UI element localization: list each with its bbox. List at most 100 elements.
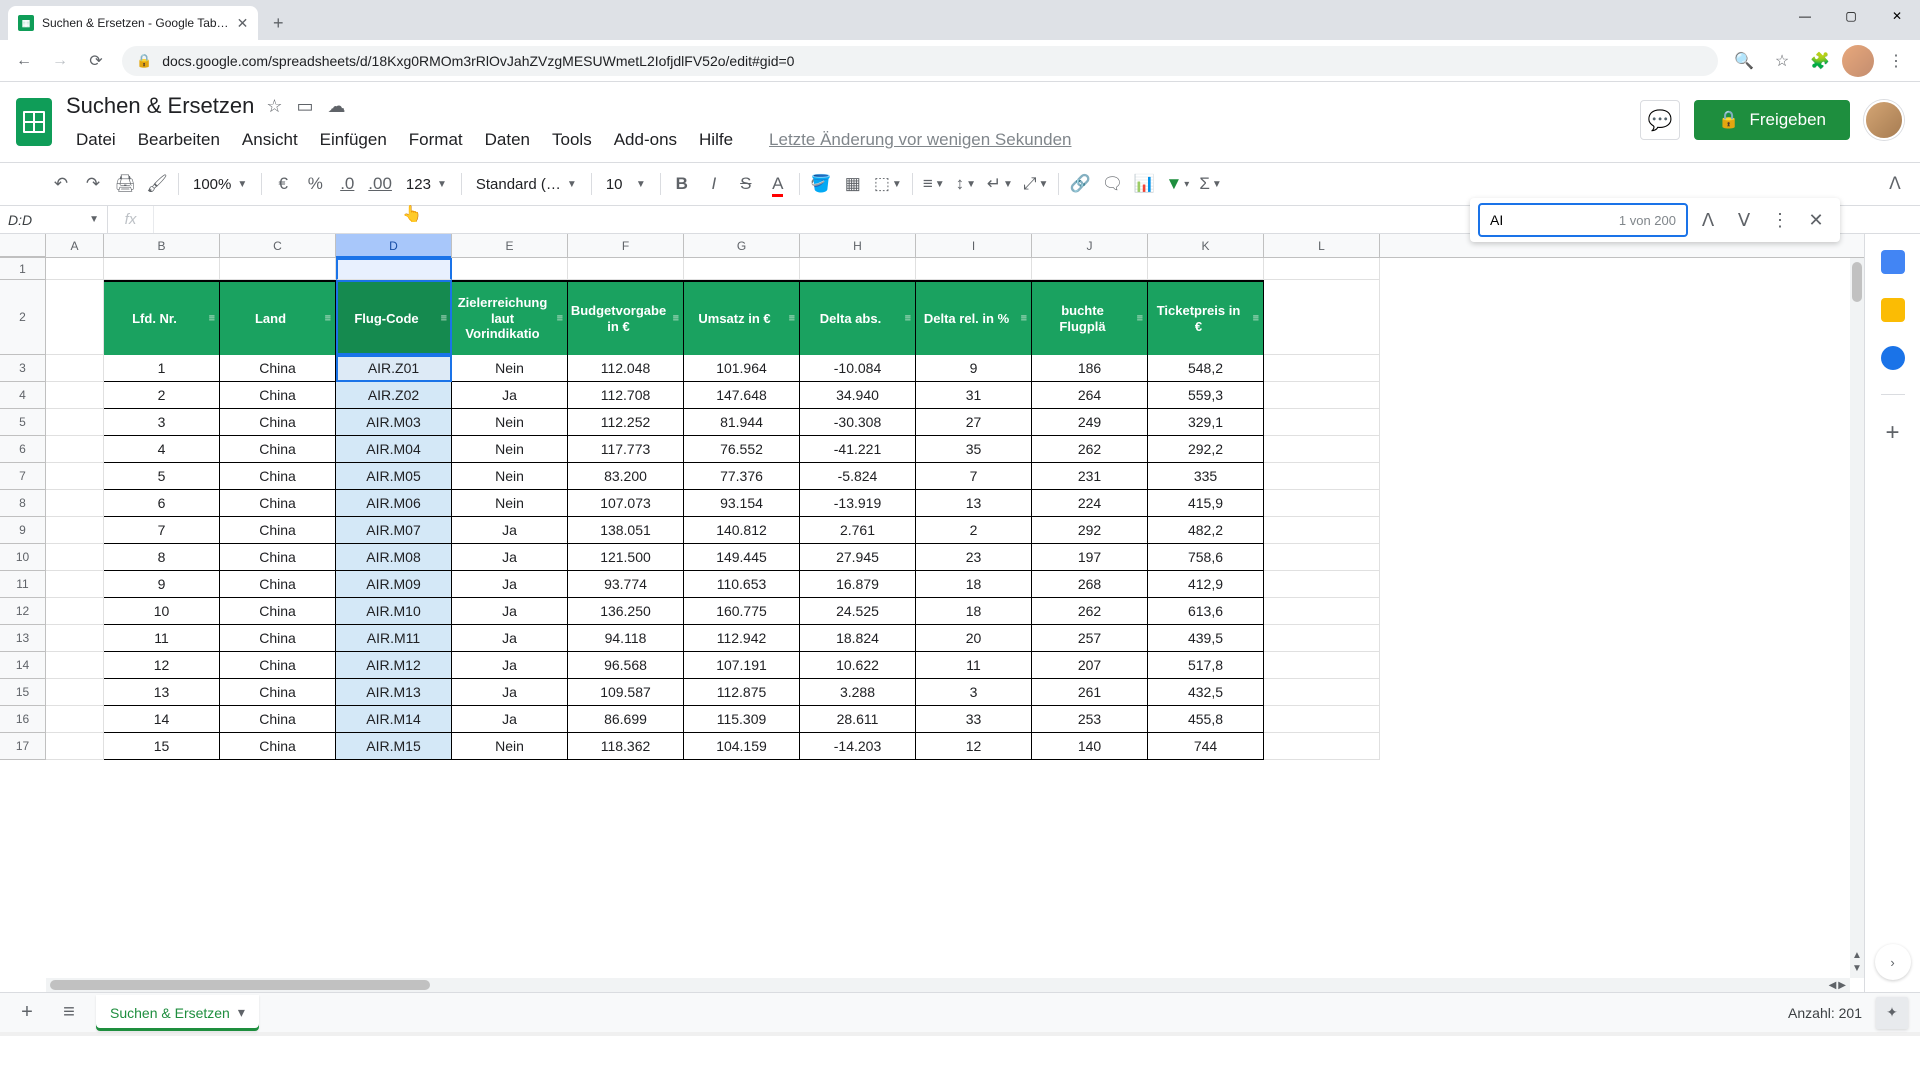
header-cell[interactable]: Umsatz in €≡ — [684, 280, 800, 355]
row-header[interactable]: 4 — [0, 382, 46, 409]
header-cell[interactable]: Lfd. Nr.≡ — [104, 280, 220, 355]
row-header[interactable]: 14 — [0, 652, 46, 679]
data-cell[interactable]: 27.945 — [800, 544, 916, 571]
data-cell[interactable]: 559,3 — [1148, 382, 1264, 409]
data-cell[interactable]: 34.940 — [800, 382, 916, 409]
data-cell[interactable]: 758,6 — [1148, 544, 1264, 571]
horizontal-scrollbar[interactable]: ◀▶ — [46, 978, 1850, 992]
data-cell[interactable] — [46, 706, 104, 733]
data-cell[interactable]: AIR.M09 — [336, 571, 452, 598]
data-cell[interactable]: 24.525 — [800, 598, 916, 625]
data-cell[interactable]: Nein — [452, 409, 568, 436]
data-cell[interactable]: AIR.M11 — [336, 625, 452, 652]
data-cell[interactable]: 13 — [916, 490, 1032, 517]
data-cell[interactable]: AIR.Z02 — [336, 382, 452, 409]
data-cell[interactable]: China — [220, 409, 336, 436]
data-cell[interactable]: -13.919 — [800, 490, 916, 517]
data-cell[interactable] — [1264, 382, 1380, 409]
data-cell[interactable]: 9 — [104, 571, 220, 598]
data-cell[interactable]: China — [220, 571, 336, 598]
data-cell[interactable]: 186 — [1032, 355, 1148, 382]
filter-icon[interactable]: ≡ — [1253, 312, 1259, 325]
row-header[interactable]: 5 — [0, 409, 46, 436]
data-cell[interactable]: 7 — [916, 463, 1032, 490]
paint-format-button[interactable]: 🖌 — [142, 169, 172, 199]
data-cell[interactable] — [336, 258, 452, 280]
data-cell[interactable] — [1264, 598, 1380, 625]
explore-button[interactable]: ✦ — [1876, 997, 1908, 1029]
decrease-decimal-button[interactable]: .0 — [332, 169, 362, 199]
text-color-button[interactable]: A — [763, 169, 793, 199]
data-cell[interactable]: Nein — [452, 463, 568, 490]
data-cell[interactable]: 76.552 — [684, 436, 800, 463]
data-cell[interactable] — [46, 463, 104, 490]
col-header-I[interactable]: I — [916, 234, 1032, 257]
comment-button[interactable]: 🗨 — [1097, 169, 1127, 199]
header-cell[interactable]: Delta rel. in %≡ — [916, 280, 1032, 355]
data-cell[interactable]: Ja — [452, 571, 568, 598]
data-cell[interactable]: China — [220, 706, 336, 733]
data-cell[interactable]: 292 — [1032, 517, 1148, 544]
data-cell[interactable]: 7 — [104, 517, 220, 544]
menu-addons[interactable]: Add-ons — [604, 126, 687, 154]
data-cell[interactable] — [46, 679, 104, 706]
data-cell[interactable] — [46, 733, 104, 760]
data-cell[interactable] — [1264, 571, 1380, 598]
data-cell[interactable]: 112.252 — [568, 409, 684, 436]
data-cell[interactable]: Nein — [452, 355, 568, 382]
data-cell[interactable]: Ja — [452, 706, 568, 733]
data-cell[interactable]: 13 — [104, 679, 220, 706]
sheet-tab-menu-icon[interactable]: ▾ — [238, 1004, 245, 1021]
data-cell[interactable]: 12 — [916, 733, 1032, 760]
data-cell[interactable]: AIR.M14 — [336, 706, 452, 733]
data-cell[interactable]: Ja — [452, 652, 568, 679]
data-cell[interactable]: 138.051 — [568, 517, 684, 544]
close-tab-icon[interactable]: ✕ — [237, 15, 249, 32]
data-cell[interactable]: 197 — [1032, 544, 1148, 571]
data-cell[interactable] — [46, 625, 104, 652]
last-edit-text[interactable]: Letzte Änderung vor wenigen Sekunden — [759, 126, 1081, 154]
sheet-tab[interactable]: Suchen & Ersetzen ▾ — [96, 995, 259, 1031]
data-cell[interactable]: 18 — [916, 571, 1032, 598]
data-cell[interactable]: 112.708 — [568, 382, 684, 409]
maximize-button[interactable]: ▢ — [1828, 0, 1874, 32]
menu-ansicht[interactable]: Ansicht — [232, 126, 308, 154]
data-cell[interactable] — [1264, 706, 1380, 733]
data-cell[interactable]: China — [220, 544, 336, 571]
print-button[interactable]: 🖨 — [110, 169, 140, 199]
comments-button[interactable]: 💬 — [1640, 100, 1680, 140]
row-header[interactable]: 2 — [0, 280, 46, 355]
filter-icon[interactable]: ≡ — [557, 312, 563, 325]
data-cell[interactable] — [1264, 409, 1380, 436]
header-cell[interactable]: Flug-Code≡ — [336, 280, 452, 355]
sheets-logo-icon[interactable] — [12, 94, 56, 150]
data-cell[interactable]: 415,9 — [1148, 490, 1264, 517]
data-cell[interactable] — [1264, 544, 1380, 571]
data-cell[interactable] — [46, 517, 104, 544]
data-cell[interactable]: China — [220, 382, 336, 409]
data-cell[interactable]: 5 — [104, 463, 220, 490]
col-header-B[interactable]: B — [104, 234, 220, 257]
data-cell[interactable]: AIR.M03 — [336, 409, 452, 436]
data-cell[interactable] — [1264, 355, 1380, 382]
row-header[interactable]: 6 — [0, 436, 46, 463]
data-cell[interactable] — [1264, 490, 1380, 517]
data-cell[interactable]: 31 — [916, 382, 1032, 409]
data-cell[interactable]: China — [220, 652, 336, 679]
minimize-button[interactable]: — — [1782, 0, 1828, 32]
data-cell[interactable]: 28.611 — [800, 706, 916, 733]
number-format-select[interactable]: 123▼ — [398, 169, 455, 199]
data-cell[interactable]: 262 — [1032, 598, 1148, 625]
data-cell[interactable]: 412,9 — [1148, 571, 1264, 598]
data-cell[interactable] — [1032, 258, 1148, 280]
col-header-J[interactable]: J — [1032, 234, 1148, 257]
data-cell[interactable]: 548,2 — [1148, 355, 1264, 382]
data-cell[interactable]: 93.154 — [684, 490, 800, 517]
data-cell[interactable]: 140 — [1032, 733, 1148, 760]
row-header[interactable]: 1 — [0, 258, 46, 280]
data-cell[interactable]: -10.084 — [800, 355, 916, 382]
data-cell[interactable]: 112.942 — [684, 625, 800, 652]
data-cell[interactable]: 517,8 — [1148, 652, 1264, 679]
col-header-L[interactable]: L — [1264, 234, 1380, 257]
filter-icon[interactable]: ≡ — [789, 312, 795, 325]
